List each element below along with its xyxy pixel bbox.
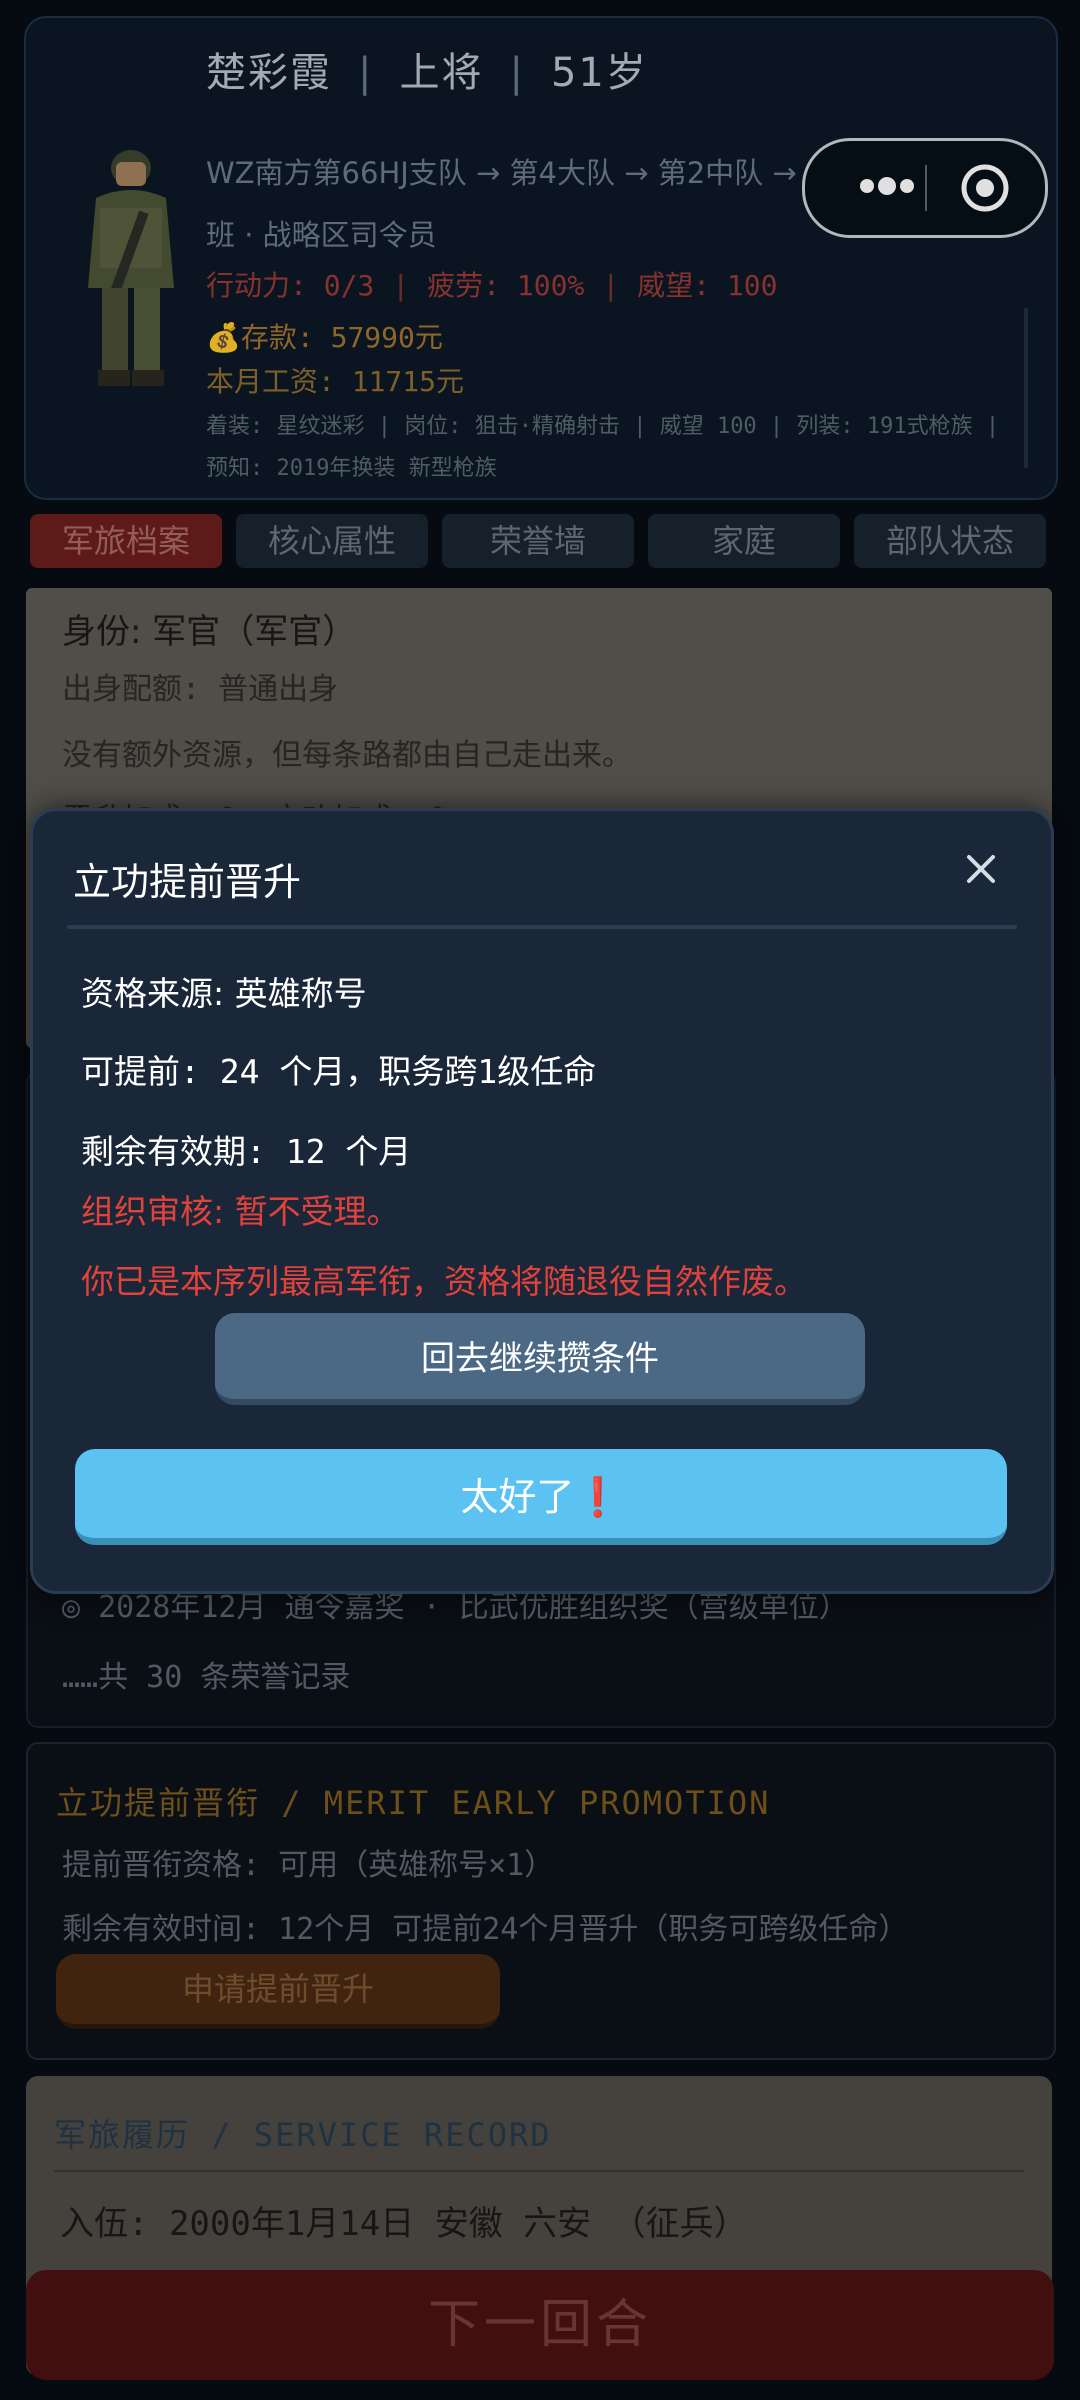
dialog-divider <box>67 925 1017 929</box>
dialog-title: 立功提前晋升 <box>73 860 302 904</box>
continue-accumulating-button[interactable]: 回去继续攒条件 <box>215 1313 865 1405</box>
qualification-source: 资格来源: 英雄称号 <box>81 974 367 1013</box>
close-icon[interactable] <box>963 851 999 887</box>
dialog-note: 你已是本序列最高军衔，资格将随退役自然作废。 <box>81 1262 807 1301</box>
confirm-button[interactable]: 太好了❗ <box>75 1449 1007 1545</box>
advance-months: 可提前: 24 个月，职务跨1级任命 <box>81 1052 597 1091</box>
validity-remaining: 剩余有效期: 12 个月 <box>81 1132 412 1171</box>
promotion-dialog: 立功提前晋升 资格来源: 英雄称号 可提前: 24 个月，职务跨1级任命 剩余有… <box>30 808 1054 1594</box>
review-status: 组织审核: 暂不受理。 <box>81 1192 400 1231</box>
